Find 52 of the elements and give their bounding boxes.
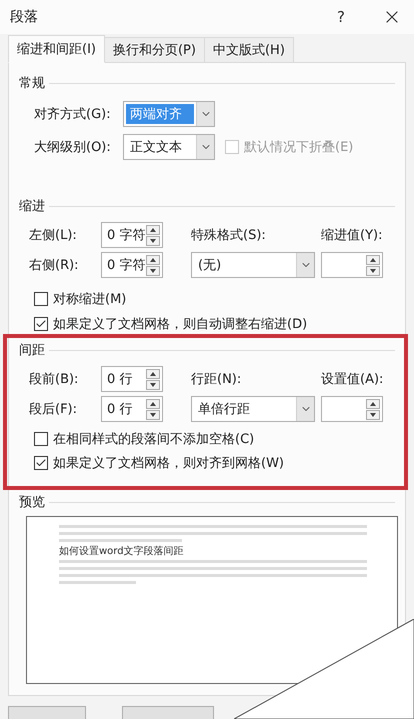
spinner-field[interactable]: 0 行 bbox=[101, 396, 163, 422]
field-label: 特殊格式(S): bbox=[191, 227, 267, 244]
field-label: 行距(N): bbox=[191, 371, 242, 388]
field-label: 段后(F): bbox=[29, 401, 78, 418]
preview-sample-text: 如何设置word文字段落间距 bbox=[59, 544, 185, 558]
field-label: 对齐方式(G): bbox=[34, 106, 112, 123]
spin-up-button[interactable] bbox=[366, 254, 380, 264]
field-label: 左侧(L): bbox=[29, 227, 78, 244]
checkbox-label: 如果定义了文档网格，则自动调整右缩进(D) bbox=[53, 316, 308, 333]
spin-down-button[interactable] bbox=[366, 410, 380, 420]
window-title: 段落 bbox=[10, 8, 39, 26]
field-label: 设置值(A): bbox=[321, 371, 384, 388]
spinner-field[interactable] bbox=[321, 396, 383, 422]
spin-up-button[interactable] bbox=[366, 398, 380, 408]
spinner-field[interactable]: 0 字符 bbox=[101, 222, 163, 248]
field-label: 缩进值(Y): bbox=[321, 227, 384, 244]
tab[interactable]: 中文版式(H) bbox=[204, 37, 294, 63]
check-icon bbox=[35, 318, 47, 330]
dropdown[interactable]: 正文文本 bbox=[123, 134, 215, 160]
checkbox-label: 默认情况下折叠(E) bbox=[244, 139, 354, 156]
checkbox-label: 在相同样式的段落间不添加空格(C) bbox=[53, 431, 254, 448]
section-heading: 预览 bbox=[19, 494, 45, 511]
spin-up-button[interactable] bbox=[146, 398, 160, 408]
field-label: 大纲级别(O): bbox=[34, 139, 112, 156]
spin-down-button[interactable] bbox=[146, 266, 160, 276]
spin-down-button[interactable] bbox=[146, 380, 160, 390]
spin-up-button[interactable] bbox=[146, 224, 160, 234]
spinner-field[interactable]: 0 字符 bbox=[101, 252, 163, 278]
checkbox-label: 对称缩进(M) bbox=[53, 291, 126, 308]
help-button[interactable]: ? bbox=[326, 7, 356, 27]
checkbox-label: 如果定义了文档网格，则对齐到网格(W) bbox=[53, 455, 284, 472]
section-heading: 间距 bbox=[19, 342, 45, 359]
field-label: 右侧(R): bbox=[29, 257, 80, 274]
field-label: 段前(B): bbox=[29, 371, 80, 388]
check-icon bbox=[35, 457, 47, 469]
spin-down-button[interactable] bbox=[146, 410, 160, 420]
spin-down-button[interactable] bbox=[146, 236, 160, 246]
dropdown[interactable]: 单倍行距 bbox=[191, 396, 315, 422]
spin-up-button[interactable] bbox=[146, 254, 160, 264]
spin-up-button[interactable] bbox=[146, 368, 160, 378]
section-heading: 缩进 bbox=[19, 198, 45, 215]
dropdown[interactable]: (无) bbox=[191, 252, 315, 278]
tab[interactable]: 换行和分页(P) bbox=[104, 37, 205, 63]
spinner-field[interactable]: 0 行 bbox=[101, 366, 163, 392]
spin-down-button[interactable] bbox=[366, 266, 380, 276]
spinner-field[interactable] bbox=[321, 252, 383, 278]
checkbox[interactable] bbox=[34, 432, 48, 446]
checkbox[interactable] bbox=[34, 456, 48, 470]
checkbox[interactable] bbox=[34, 292, 48, 306]
section-heading: 常规 bbox=[19, 75, 45, 92]
checkbox[interactable] bbox=[34, 317, 48, 331]
tab[interactable]: 缩进和间距(I) bbox=[8, 35, 105, 63]
